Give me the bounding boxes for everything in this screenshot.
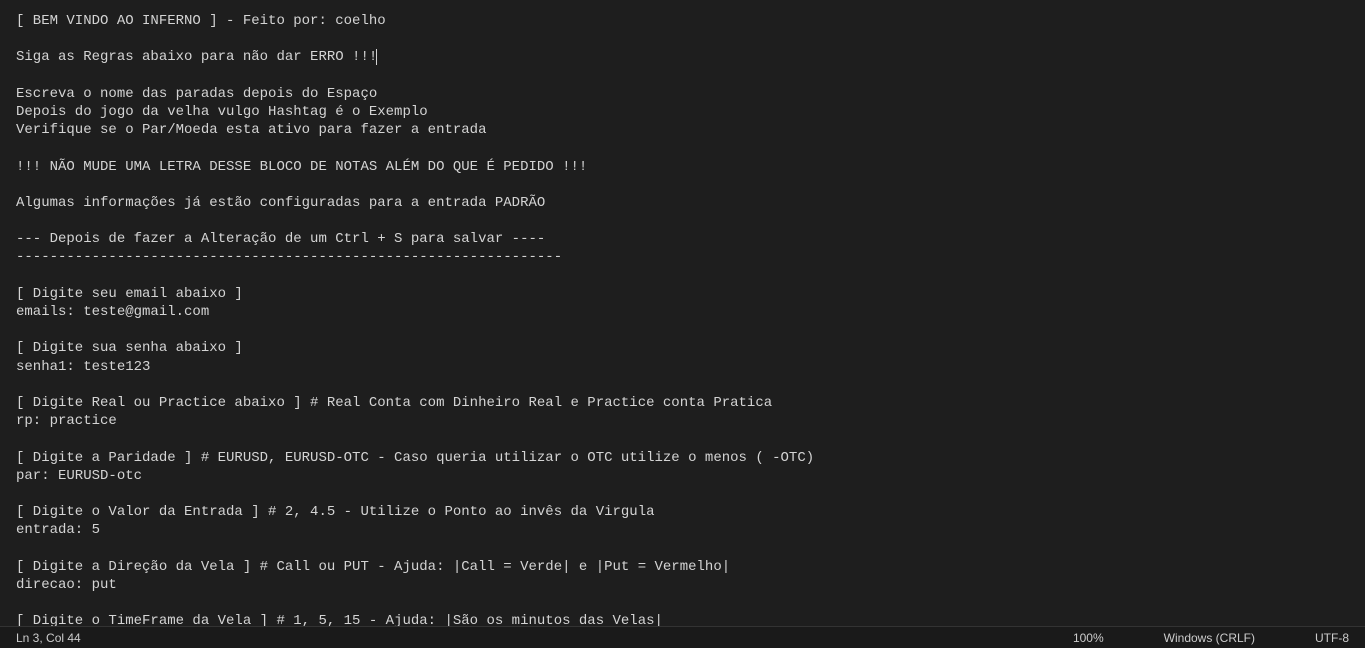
editor-line[interactable] (16, 430, 1349, 448)
editor-line[interactable]: direcao: put (16, 576, 1349, 594)
editor-line[interactable] (16, 67, 1349, 85)
editor-line[interactable]: ----------------------------------------… (16, 248, 1349, 266)
editor-line[interactable]: !!! NÃO MUDE UMA LETRA DESSE BLOCO DE NO… (16, 158, 1349, 176)
zoom-level[interactable]: 100% (1073, 631, 1104, 645)
editor-line[interactable] (16, 485, 1349, 503)
editor-line[interactable]: par: EURUSD-otc (16, 467, 1349, 485)
editor-line[interactable] (16, 267, 1349, 285)
text-cursor (376, 49, 377, 65)
editor-line[interactable]: entrada: 5 (16, 521, 1349, 539)
editor-line[interactable]: [ Digite a Paridade ] # EURUSD, EURUSD-O… (16, 449, 1349, 467)
editor-line[interactable]: --- Depois de fazer a Alteração de um Ct… (16, 230, 1349, 248)
editor-line[interactable]: Algumas informações já estão configurada… (16, 194, 1349, 212)
editor-line[interactable]: [ Digite o TimeFrame da Vela ] # 1, 5, 1… (16, 612, 1349, 626)
editor-line[interactable]: [ Digite sua senha abaixo ] (16, 339, 1349, 357)
editor-line[interactable] (16, 30, 1349, 48)
encoding[interactable]: UTF-8 (1315, 631, 1349, 645)
editor-line[interactable]: [ Digite Real ou Practice abaixo ] # Rea… (16, 394, 1349, 412)
editor-line[interactable] (16, 176, 1349, 194)
editor-line[interactable]: Siga as Regras abaixo para não dar ERRO … (16, 48, 1349, 66)
editor-line[interactable]: Depois do jogo da velha vulgo Hashtag é … (16, 103, 1349, 121)
editor-line[interactable] (16, 139, 1349, 157)
editor-line[interactable]: [ Digite seu email abaixo ] (16, 285, 1349, 303)
editor-line[interactable] (16, 539, 1349, 557)
editor-line[interactable] (16, 376, 1349, 394)
editor-line[interactable] (16, 594, 1349, 612)
status-bar: Ln 3, Col 44 100% Windows (CRLF) UTF-8 (0, 626, 1365, 648)
editor-line[interactable] (16, 321, 1349, 339)
editor-line[interactable]: [ Digite a Direção da Vela ] # Call ou P… (16, 558, 1349, 576)
line-ending[interactable]: Windows (CRLF) (1164, 631, 1255, 645)
cursor-position[interactable]: Ln 3, Col 44 (16, 631, 81, 645)
editor-content[interactable]: [ BEM VINDO AO INFERNO ] - Feito por: co… (0, 0, 1365, 626)
editor-line[interactable]: Verifique se o Par/Moeda esta ativo para… (16, 121, 1349, 139)
editor-line[interactable] (16, 212, 1349, 230)
editor-line[interactable]: emails: teste@gmail.com (16, 303, 1349, 321)
editor-line[interactable]: rp: practice (16, 412, 1349, 430)
editor-line[interactable]: [ Digite o Valor da Entrada ] # 2, 4.5 -… (16, 503, 1349, 521)
editor-line[interactable]: senha1: teste123 (16, 358, 1349, 376)
editor-line[interactable]: Escreva o nome das paradas depois do Esp… (16, 85, 1349, 103)
editor-line[interactable]: [ BEM VINDO AO INFERNO ] - Feito por: co… (16, 12, 1349, 30)
